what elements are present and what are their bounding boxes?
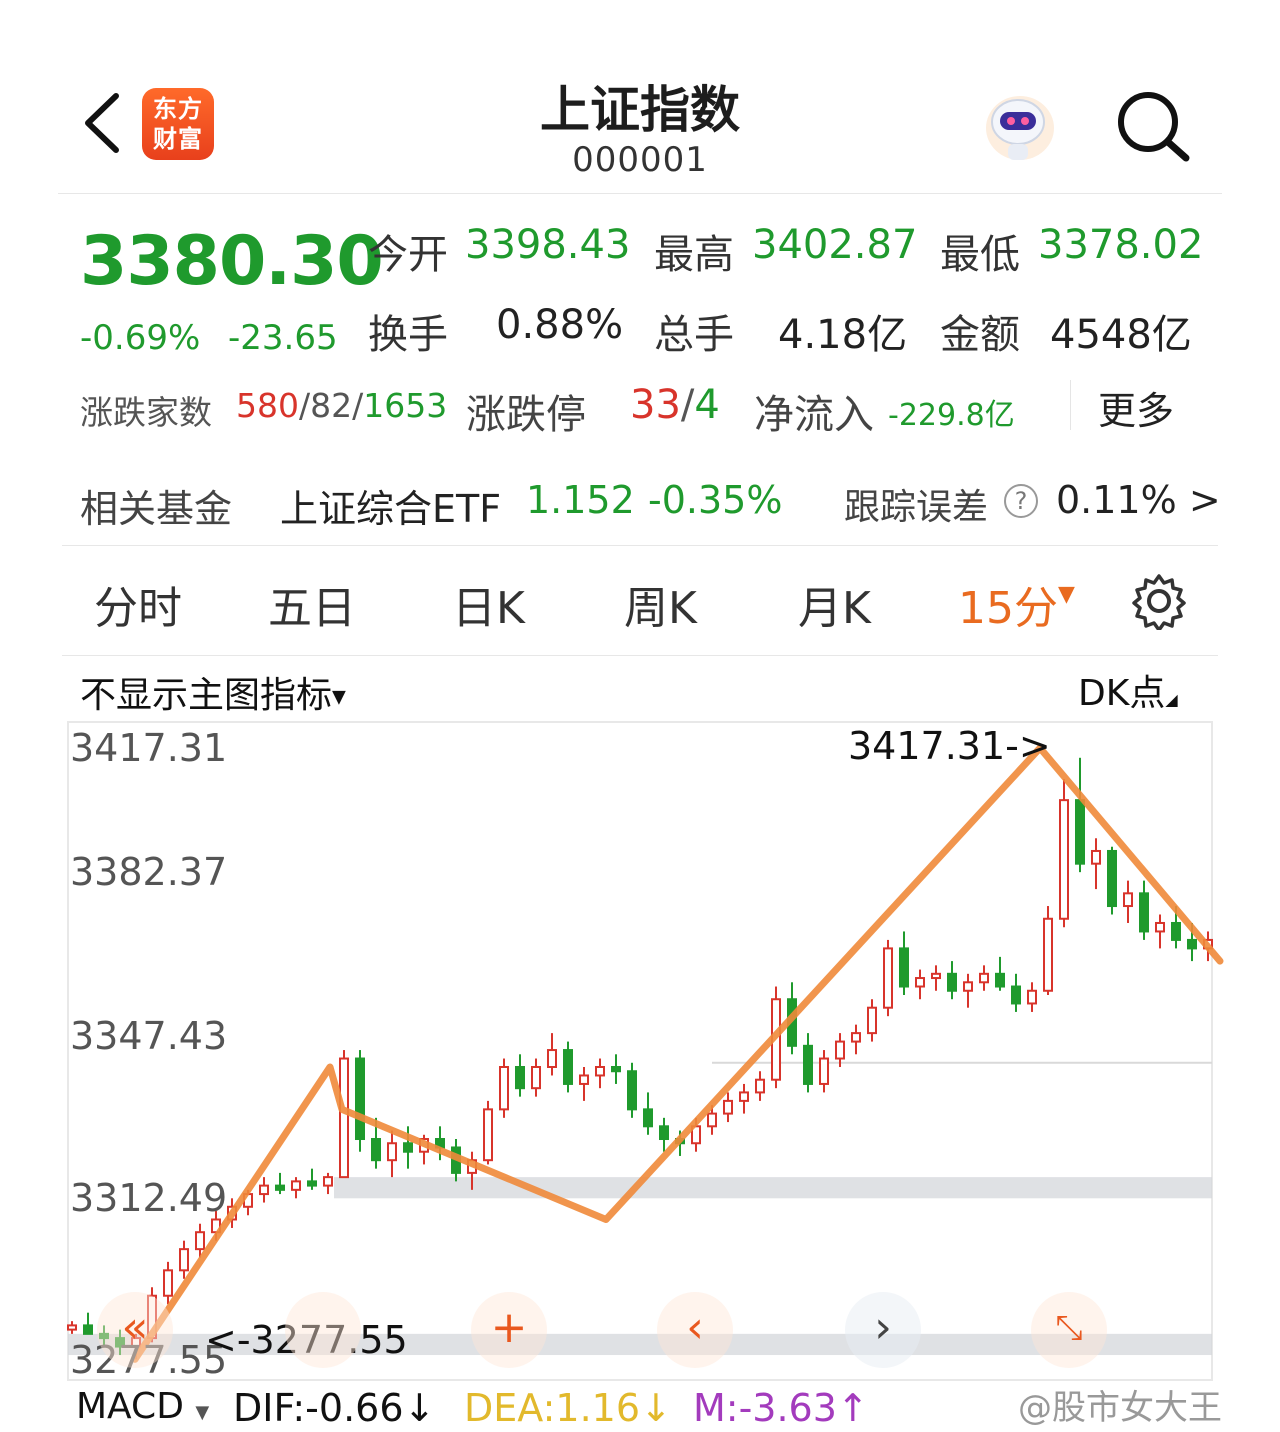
candle-body <box>179 1248 189 1272</box>
candle-body <box>1075 799 1085 865</box>
candle-body <box>1123 892 1133 908</box>
candle-body <box>627 1070 637 1111</box>
plus-icon: + <box>490 1302 528 1353</box>
candle-body <box>1171 921 1181 941</box>
y-tick-label: 3312.49 <box>70 1176 228 1220</box>
candle-body <box>371 1138 381 1162</box>
candle-body <box>739 1091 749 1102</box>
watermark: @股市女大王 <box>1018 1388 1222 1428</box>
macd-dea: DEA:1.16↓ <box>464 1386 672 1430</box>
candle-body <box>1139 892 1149 933</box>
candle-body <box>83 1324 93 1335</box>
candle-body <box>291 1180 301 1191</box>
candle-body <box>1043 917 1053 992</box>
candle-body <box>67 1324 77 1331</box>
candle-body <box>259 1184 269 1196</box>
candle-body <box>867 1006 877 1035</box>
candle-body <box>307 1180 317 1187</box>
candle-body <box>931 972 941 980</box>
candle-body <box>707 1112 717 1128</box>
candle-body <box>195 1231 205 1251</box>
fullscreen-button[interactable]: ⤡ <box>1031 1292 1107 1368</box>
candle-body <box>499 1066 509 1111</box>
zigzag-trend-lines <box>131 744 1224 1363</box>
reset-button[interactable] <box>285 1292 361 1368</box>
next-icon: › <box>874 1302 892 1353</box>
candle-body <box>1027 989 1037 1005</box>
candle-body <box>611 1066 621 1073</box>
candle-body <box>515 1066 525 1090</box>
candle-body <box>547 1049 557 1069</box>
chart-frame <box>67 721 1213 1381</box>
candle-body <box>947 972 957 992</box>
candle-body <box>643 1108 653 1128</box>
zigzag-trend-line <box>131 744 1224 1363</box>
candle-body <box>963 981 973 992</box>
fast-back-button[interactable]: « <box>97 1292 173 1368</box>
support-zone <box>334 1177 1212 1199</box>
sub-indicator-label: MACD <box>76 1386 184 1427</box>
candle-body <box>1187 938 1197 950</box>
candle-body <box>755 1078 765 1094</box>
candle-body <box>1059 799 1069 920</box>
next-button[interactable]: › <box>845 1292 921 1368</box>
candle-body <box>483 1108 493 1162</box>
candle-body <box>979 972 989 984</box>
zoom-in-button[interactable]: + <box>471 1292 547 1368</box>
candle-body <box>915 977 925 988</box>
fast-back-icon: « <box>121 1302 149 1353</box>
macd-dif: DIF:-0.66↓ <box>233 1386 436 1430</box>
candle-body <box>995 972 1005 988</box>
candle-body <box>1011 985 1021 1005</box>
y-tick-label: 3382.37 <box>70 850 228 894</box>
y-tick-label: 3417.31 <box>70 726 228 770</box>
candle-body <box>403 1142 413 1153</box>
candle-body <box>659 1125 669 1141</box>
fullscreen-icon: ⤡ <box>1055 1308 1083 1348</box>
candle-body <box>1155 921 1165 933</box>
prev-icon: ‹ <box>686 1302 704 1353</box>
candle-body <box>563 1049 573 1085</box>
caret-down-icon: ▼ <box>195 1402 210 1423</box>
candle-body <box>339 1057 349 1179</box>
sub-indicator-select[interactable]: MACD ▼ <box>76 1386 209 1427</box>
candle-body <box>163 1269 173 1297</box>
candle-body <box>851 1032 861 1043</box>
candle-body <box>531 1066 541 1090</box>
candle-body <box>1091 849 1101 865</box>
candle-body <box>579 1074 589 1085</box>
candle-body <box>323 1176 333 1187</box>
candle-body <box>595 1066 605 1077</box>
candle-body <box>1107 849 1117 908</box>
candle-body <box>387 1142 397 1162</box>
candle-body <box>835 1040 845 1060</box>
candle-body <box>723 1099 733 1115</box>
candle-body <box>355 1057 365 1141</box>
candle-body <box>819 1057 829 1085</box>
prev-button[interactable]: ‹ <box>657 1292 733 1368</box>
y-tick-label: 3347.43 <box>70 1014 228 1058</box>
candle-body <box>803 1044 813 1085</box>
peak-price-label: 3417.31-> <box>848 724 1051 768</box>
macd-m: M:-3.63↑ <box>693 1386 869 1430</box>
candle-body <box>899 947 909 988</box>
chart-border <box>67 721 1213 1381</box>
candles <box>67 757 1213 1360</box>
candle-body <box>275 1184 285 1191</box>
candle-body <box>883 947 893 1009</box>
